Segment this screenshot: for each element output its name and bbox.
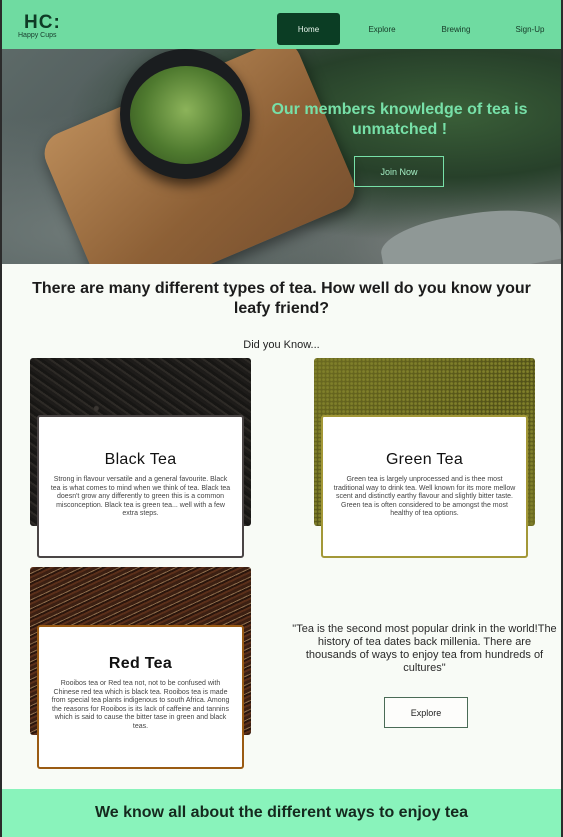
red-tea-card: Red Tea Rooibos tea or Red tea not, not … <box>37 625 244 769</box>
top-navigation-bar: HC: Happy Cups Home Explore Brewing Sign… <box>2 0 561 49</box>
black-tea-card: Black Tea Strong in flavour versatile an… <box>37 415 244 558</box>
hero-title: Our members knowledge of tea is unmatche… <box>271 101 528 138</box>
explore-button[interactable]: Explore <box>384 697 468 728</box>
footer-banner: We know all about the different ways to … <box>2 789 561 837</box>
red-tea-description: Rooibos tea or Red tea not, not to be co… <box>51 680 230 730</box>
green-tea-title: Green Tea <box>385 451 464 468</box>
hero-image-matcha <box>130 66 242 164</box>
nav-brewing-link[interactable]: Brewing <box>430 13 482 45</box>
nav-signup-link[interactable]: Sign-Up <box>508 13 552 45</box>
hero-banner: Our members knowledge of tea is unmatche… <box>2 49 561 264</box>
footer-banner-text: We know all about the different ways to … <box>94 804 469 821</box>
section-heading: There are many different types of tea. H… <box>32 280 531 317</box>
black-tea-description: Strong in flavour versatile and a genera… <box>50 476 231 517</box>
hero-image-rock <box>377 198 561 264</box>
logo-tagline: Happy Cups <box>18 32 57 39</box>
site-logo[interactable]: HC: Happy Cups <box>18 12 61 40</box>
tea-quote: "Tea is the second most popular drink in… <box>292 623 557 674</box>
page: HC: Happy Cups Home Explore Brewing Sign… <box>2 0 561 837</box>
section-subheading: Did you Know... <box>243 339 320 351</box>
nav-home-button[interactable]: Home <box>277 13 340 45</box>
green-tea-card: Green Tea Green tea is largely unprocess… <box>321 415 528 558</box>
logo-mark: HC: <box>24 12 61 33</box>
red-tea-title: Red Tea <box>108 655 173 672</box>
black-tea-title: Black Tea <box>104 451 177 468</box>
join-now-button[interactable]: Join Now <box>354 156 444 187</box>
green-tea-description: Green tea is largely unprocessed and is … <box>333 476 516 517</box>
nav-explore-link[interactable]: Explore <box>357 13 407 45</box>
